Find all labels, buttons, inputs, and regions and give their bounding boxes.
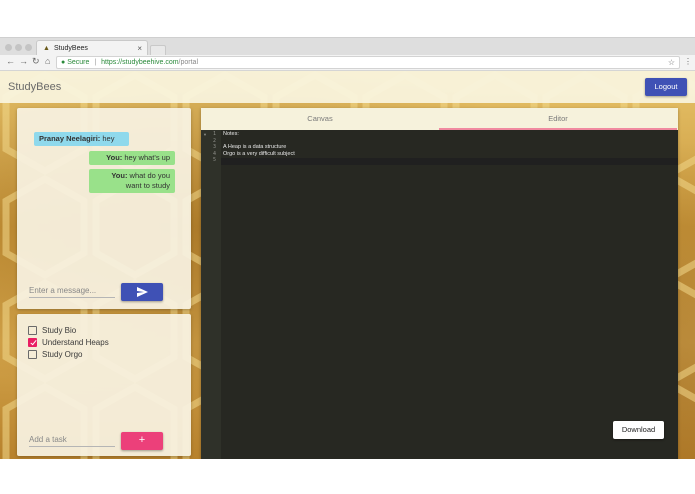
editor-line: Notes: — [223, 131, 239, 137]
url-separator: | — [94, 59, 97, 66]
todo-checkbox[interactable] — [28, 326, 37, 335]
bee-favicon-icon: ▲ — [43, 45, 50, 52]
url-path: /portal — [178, 59, 199, 66]
todo-checkbox-checked[interactable] — [28, 338, 37, 347]
chat-message: You: hey what's up — [89, 151, 175, 165]
workspace-tabs: Canvas Editor — [201, 108, 678, 130]
reload-icon[interactable]: ↻ — [32, 56, 40, 67]
message-sender: You: — [111, 171, 128, 180]
address-bar[interactable]: ● Secure | https://studybeehive.com/port… — [56, 56, 680, 69]
todo-checkbox[interactable] — [28, 350, 37, 359]
app-brand[interactable]: StudyBees — [8, 81, 61, 93]
url-host: https://studybeehive.com — [101, 59, 179, 66]
line-number: 5 — [212, 157, 216, 163]
browser-menu-icon[interactable]: ⋮ — [684, 57, 692, 66]
tab-close-icon[interactable]: × — [137, 44, 142, 53]
editor-gutter: ▼ 1 2 3 4 5 — [201, 130, 221, 459]
message-sender: You: — [106, 153, 123, 162]
todo-label: Study Bio — [42, 326, 77, 335]
browser-toolbar: ← → ↻ ⌂ ● Secure | https://studybeehive.… — [0, 55, 695, 71]
back-arrow-icon[interactable]: ← — [6, 56, 15, 66]
browser-tab[interactable]: ▲ StudyBees × — [36, 40, 148, 56]
send-button[interactable] — [121, 283, 163, 301]
chat-panel: Pranay Neelagiri: hey You: hey what's up… — [17, 108, 191, 309]
add-task-button[interactable]: + — [121, 432, 163, 450]
browser-tab-title: StudyBees — [54, 45, 88, 52]
todo-label: Study Orgo — [42, 350, 83, 359]
home-icon[interactable]: ⌂ — [45, 56, 50, 66]
browser-tab-strip: ▲ StudyBees × — [0, 37, 695, 56]
window-maximize-dot[interactable] — [25, 44, 32, 51]
message-input[interactable] — [29, 284, 115, 298]
bookmark-star-icon[interactable]: ☆ — [668, 57, 675, 68]
tab-canvas[interactable]: Canvas — [201, 108, 439, 130]
editor-line: Orgo is a very difficult subject — [223, 150, 295, 157]
add-task-input[interactable] — [29, 433, 115, 447]
page-background: StudyBees Logout Pranay Neelagiri: hey Y… — [0, 71, 695, 459]
code-editor[interactable]: ▼ 1 2 3 4 5 Notes: A Heap is a data stru… — [201, 130, 678, 459]
window-minimize-dot[interactable] — [15, 44, 22, 51]
logout-button[interactable]: Logout — [645, 78, 687, 96]
chat-message: You: what do you want to study — [89, 169, 175, 193]
workspace-panel: Canvas Editor ▼ 1 2 3 4 5 Notes: A Heap … — [201, 108, 678, 459]
forward-arrow-icon[interactable]: → — [19, 56, 28, 66]
lock-icon: ● — [61, 59, 66, 66]
message-text: hey — [100, 134, 115, 143]
window-close-dot[interactable] — [5, 44, 12, 51]
send-icon — [137, 287, 148, 297]
todo-label: Understand Heaps — [42, 338, 109, 347]
secure-label: Secure — [67, 59, 90, 66]
active-line-highlight — [221, 158, 678, 165]
message-text: hey what's up — [122, 153, 170, 162]
screenshot: ▲ StudyBees × ← → ↻ ⌂ ● Secure | https:/… — [0, 0, 695, 494]
chat-message: Pranay Neelagiri: hey — [34, 132, 129, 146]
app-header: StudyBees Logout — [0, 71, 695, 103]
download-button[interactable]: Download — [613, 421, 664, 439]
message-sender: Pranay Neelagiri: — [39, 134, 101, 143]
tab-editor[interactable]: Editor — [439, 108, 677, 130]
todo-panel: Study Bio Understand Heaps Study Orgo + — [17, 314, 191, 456]
message-text: what do you want to study — [125, 171, 170, 190]
